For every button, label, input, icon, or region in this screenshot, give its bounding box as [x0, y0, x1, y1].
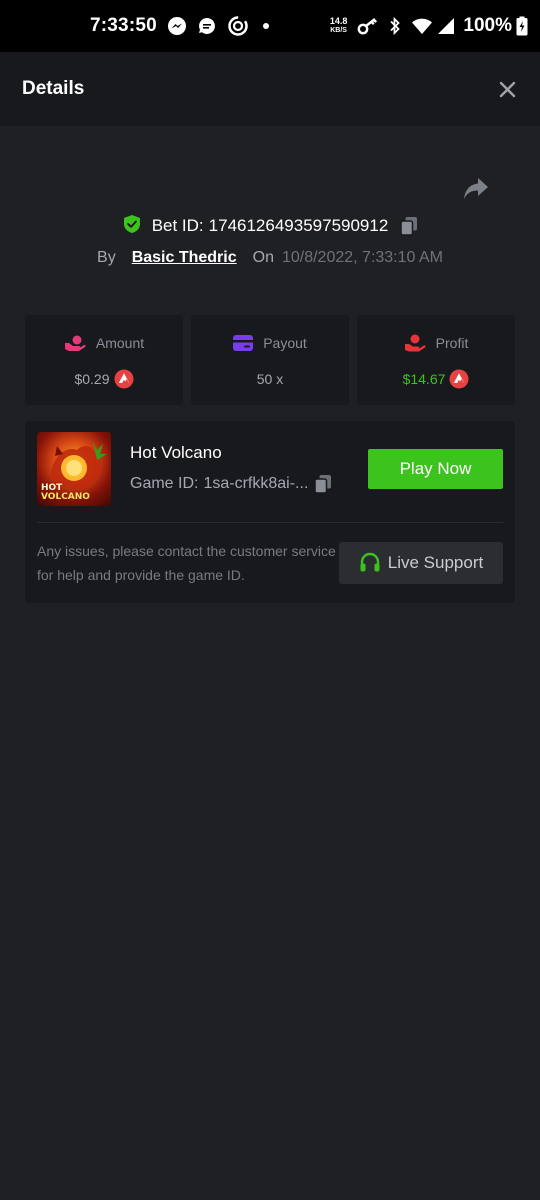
bet-stats: Amount $0.29 Payout 50 x Profit $14.67: [25, 315, 515, 405]
stat-profit: Profit $14.67: [357, 315, 515, 405]
battery-percent: 100%: [463, 15, 512, 36]
notification-dot: [262, 23, 269, 29]
bet-id-label: Bet ID:: [151, 216, 204, 235]
profit-value: $14.67: [402, 371, 446, 387]
bet-id-value: 1746126493597590912: [208, 216, 389, 235]
game-thumbnail[interactable]: HOT VOLCANO: [37, 432, 111, 506]
battery-charging-icon: [516, 16, 528, 36]
details-header: Details: [0, 52, 540, 126]
thumbnail-title: HOT VOLCANO: [41, 483, 90, 502]
bet-date: 10/8/2022, 7:33:10 AM: [281, 249, 443, 266]
game-card: HOT VOLCANO Hot Volcano Game ID: 1sa-crf…: [25, 421, 515, 603]
stat-amount: Amount $0.29: [25, 315, 183, 405]
wallet-icon: [233, 335, 254, 351]
payout-label: Payout: [263, 335, 307, 351]
signal-icon: [437, 17, 455, 35]
messenger-icon: [167, 16, 187, 36]
status-bar: 7:33:50 14.8 KB/S 100%: [0, 0, 540, 52]
close-button[interactable]: [496, 78, 518, 100]
game-id-value: 1sa-crfkk8ai-...: [203, 475, 309, 492]
game-name: Hot Volcano: [130, 443, 222, 462]
profit-label: Profit: [435, 335, 469, 351]
share-icon: [464, 178, 488, 199]
divider: [37, 522, 503, 523]
on-label: On: [252, 249, 274, 266]
live-support-label: Live Support: [387, 553, 484, 572]
avax-coin-icon: [114, 369, 134, 389]
page-title: Details: [22, 78, 85, 99]
amount-value: $0.29: [74, 371, 110, 387]
share-button[interactable]: [462, 176, 490, 202]
avax-coin-icon: [449, 369, 469, 389]
live-support-button[interactable]: Live Support: [339, 542, 503, 584]
profit-hand-icon: [404, 334, 426, 352]
copy-game-id-icon[interactable]: [314, 474, 332, 494]
bluetooth-icon: [389, 16, 401, 36]
by-label: By: [97, 249, 116, 266]
bet-id-row: Bet ID: 1746126493597590912: [0, 212, 540, 240]
status-time: 7:33:50: [90, 15, 157, 36]
headset-icon: [360, 552, 380, 572]
chat-icon: [197, 16, 217, 36]
game-id-label: Game ID:: [130, 475, 199, 492]
amount-label: Amount: [95, 335, 145, 351]
amount-hand-icon: [64, 334, 86, 352]
game-id-row: Game ID: 1sa-crfkk8ai-...: [130, 474, 332, 494]
support-hint-text: Any issues, please contact the customer …: [37, 543, 336, 583]
copy-bet-id-icon[interactable]: [400, 216, 418, 236]
play-now-button[interactable]: Play Now: [368, 449, 503, 489]
user-link[interactable]: Basic Thedric: [132, 249, 237, 267]
net-speed: 14.8 KB/S: [329, 16, 348, 35]
wifi-icon: [411, 17, 433, 35]
sync-app-icon: [227, 15, 249, 37]
payout-value: 50 x: [256, 371, 284, 387]
verified-shield-icon: [122, 214, 142, 239]
key-icon: [357, 17, 379, 35]
stat-payout: Payout 50 x: [191, 315, 349, 405]
close-icon: [499, 81, 515, 97]
bet-author-row: By Basic Thedric On 10/8/2022, 7:33:10 A…: [0, 244, 540, 272]
